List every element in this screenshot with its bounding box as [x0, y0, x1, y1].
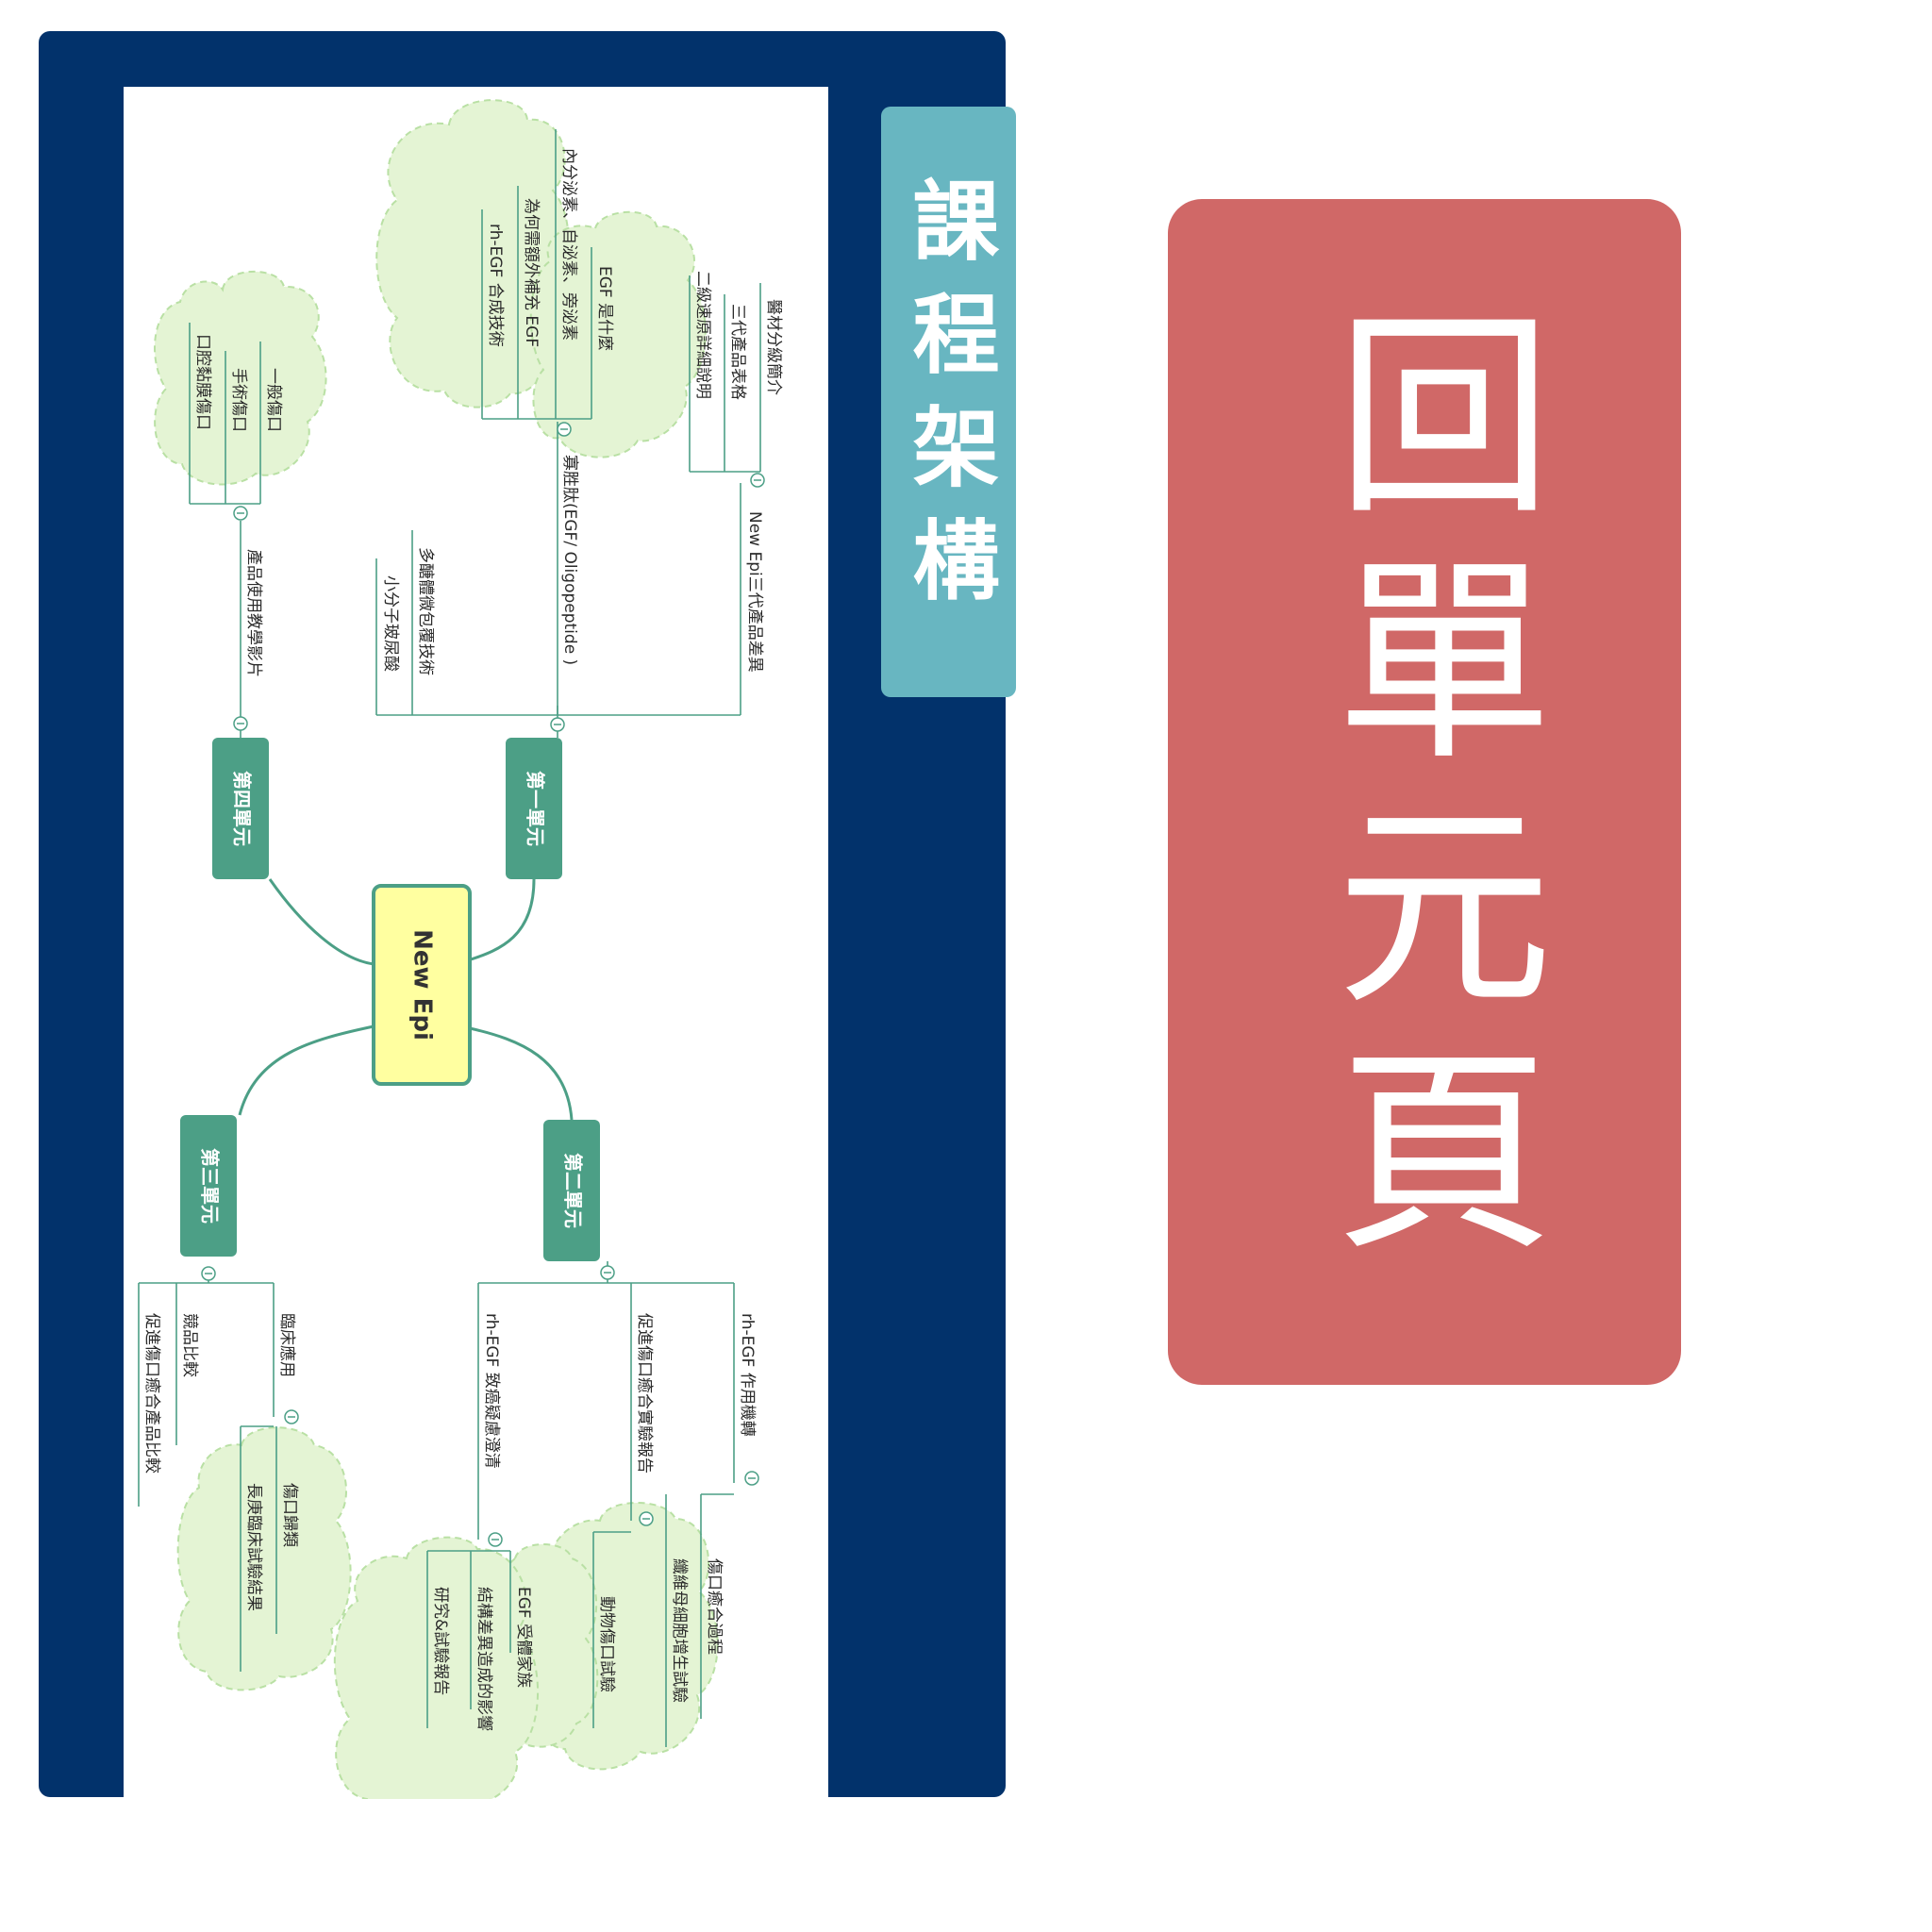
unit1-topic2-item-3[interactable]: 為何需額外補充 EGF — [522, 198, 541, 347]
unit2-topic3-label[interactable]: rh-EGF 致癌疑慮澄清 — [482, 1313, 501, 1469]
unit-node-1[interactable]: 第一單元 — [506, 738, 562, 879]
expander-icon[interactable] — [201, 1266, 216, 1281]
expander-icon[interactable] — [488, 1532, 503, 1547]
unit3-topic1-label[interactable]: 臨床應用 — [277, 1313, 297, 1377]
expander-icon[interactable] — [750, 473, 765, 488]
unit2-topic3-item-2[interactable]: 結構差異造成的影響 — [475, 1587, 493, 1731]
unit4-topic1-item-2[interactable]: 手術傷口 — [229, 368, 248, 432]
mind-map-canvas: New Epi 第一單元 第四單元 第二單元 第三單元 New Epi三代產品差… — [124, 87, 828, 1799]
unit1-topic2-item-1[interactable]: EGF 是什麼 — [595, 266, 614, 351]
unit2-topic2-item-1[interactable]: 動物傷口試驗 — [597, 1596, 616, 1692]
unit1-topic2-item-4[interactable]: rh-EGF 合成技術 — [486, 224, 505, 347]
back-to-unit-page-button[interactable]: 回單元頁 — [1168, 199, 1681, 1385]
expander-icon[interactable] — [744, 1471, 759, 1486]
course-structure-title: 課程架構 — [898, 175, 999, 628]
unit2-topic1-item-1[interactable]: 傷口癒合過程 — [705, 1558, 724, 1655]
expander-icon[interactable] — [284, 1409, 299, 1424]
back-to-unit-page-label: 回單元頁 — [1298, 301, 1551, 1283]
unit4-topic1-item-1[interactable]: 一般傷口 — [264, 368, 283, 432]
unit2-topic1-item-2[interactable]: 纖維母細胞增生試驗 — [670, 1558, 689, 1703]
unit1-topic1-item-1[interactable]: 醫材分級簡介 — [764, 299, 783, 395]
unit-2-label: 第二單元 — [562, 1153, 585, 1228]
unit3-topic3-label[interactable]: 促進傷口癒合產品比較 — [142, 1313, 161, 1474]
unit4-topic1-label[interactable]: 產品使用教學影片 — [244, 549, 264, 677]
expander-icon[interactable] — [550, 717, 565, 732]
expander-icon[interactable] — [233, 506, 248, 521]
unit-node-2[interactable]: 第二單元 — [543, 1120, 600, 1261]
cloud-unit3-topic1 — [176, 1426, 352, 1691]
mind-map: New Epi 第一單元 第四單元 第二單元 第三單元 New Epi三代產品差… — [138, 99, 783, 1799]
unit3-topic2-label[interactable]: 競品比較 — [180, 1313, 199, 1377]
expander-icon[interactable] — [557, 422, 572, 437]
cloud-unit1-topic1 — [529, 210, 707, 458]
unit2-topic3-item-1[interactable]: EGF 受體家族 — [514, 1587, 533, 1688]
unit1-topic4-label[interactable]: 小分子玻尿酸 — [381, 575, 400, 672]
unit2-topic2-label[interactable]: 促進傷口癒合實驗報告 — [635, 1313, 654, 1474]
expander-icon[interactable] — [639, 1511, 654, 1526]
unit1-topic1-label[interactable]: New Epi三代產品差異 — [745, 511, 764, 673]
unit2-topic1-label[interactable]: rh-EGF 作用機轉 — [738, 1313, 757, 1437]
unit-3-label: 第三單元 — [199, 1148, 222, 1224]
unit1-topic2-label[interactable]: 寡胜肽(EGF/ Oligopeptide ) — [560, 455, 579, 665]
content-panel: New Epi 第一單元 第四單元 第二單元 第三單元 New Epi三代產品差… — [39, 31, 1016, 1799]
center-label: New Epi — [408, 929, 437, 1041]
unit1-topic2-item-2[interactable]: 內分泌素、自泌素、旁泌素 — [559, 148, 578, 341]
unit3-topic1-item-2[interactable]: 長庚臨床試驗結果 — [244, 1483, 263, 1611]
unit2-topic3-item-3[interactable]: 研究&試驗報告 — [431, 1587, 450, 1695]
unit1-topic1-item-2[interactable]: 三代產品表格 — [728, 304, 747, 400]
unit4-topic1-item-3[interactable]: 口腔黏膜傷口 — [193, 334, 212, 430]
unit-4-label: 第四單元 — [231, 771, 254, 846]
expander-icon[interactable] — [233, 716, 248, 731]
unit1-topic1-item-3[interactable]: 二級速原詳細說明 — [693, 271, 712, 399]
unit-node-3[interactable]: 第三單元 — [180, 1115, 237, 1257]
unit3-topic1-item-1[interactable]: 傷口歸類 — [280, 1483, 299, 1547]
unit-1-label: 第一單元 — [525, 771, 547, 846]
expander-icon[interactable] — [600, 1265, 615, 1280]
center-node[interactable]: New Epi — [372, 884, 472, 1086]
unit1-topic3-label[interactable]: 多醣體微包覆技術 — [416, 547, 435, 675]
course-structure-title-banner: 課程架構 — [881, 107, 1016, 697]
unit-node-4[interactable]: 第四單元 — [212, 738, 269, 879]
